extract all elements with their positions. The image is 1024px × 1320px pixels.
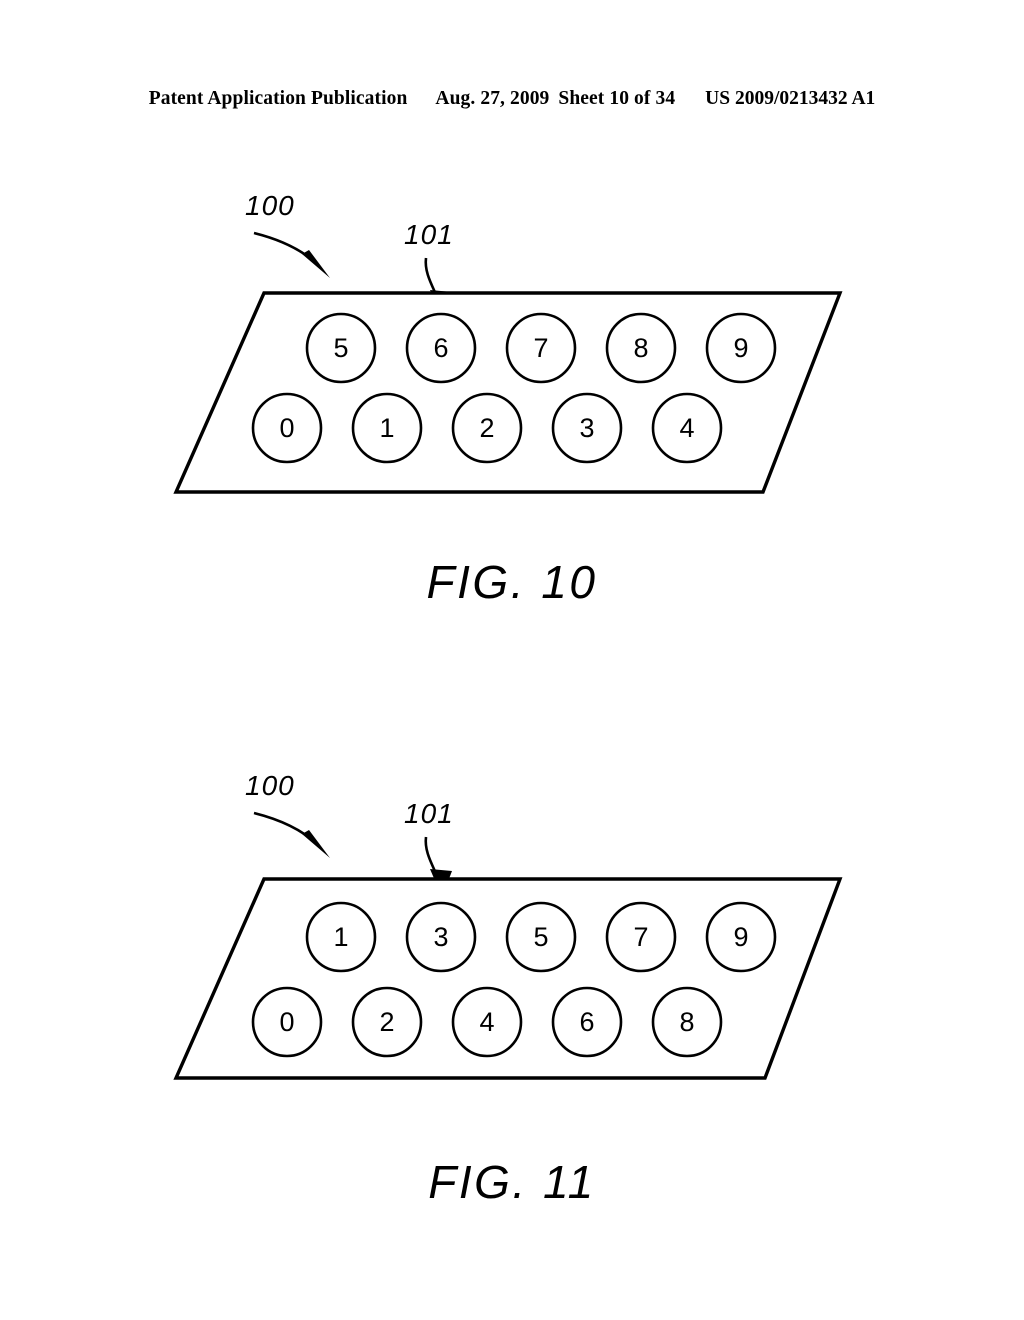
callout-101-label: 101 bbox=[404, 219, 454, 250]
nozzle-label: 4 bbox=[479, 1007, 494, 1037]
nozzle-label: 9 bbox=[733, 333, 748, 363]
callout-100-label: 100 bbox=[245, 770, 295, 801]
header-date-label: Aug. 27, 2009 bbox=[435, 88, 550, 109]
nozzle-label: 8 bbox=[633, 333, 648, 363]
nozzle-label: 2 bbox=[479, 413, 494, 443]
nozzle-label: 9 bbox=[733, 922, 748, 952]
figure-11-drawing: 100 101 1 3 5 7 9 0 2 4 6 8 bbox=[173, 770, 843, 1080]
header-sheet-label: Sheet 10 of 34 bbox=[558, 88, 676, 109]
nozzle-label: 4 bbox=[679, 413, 694, 443]
nozzle-label: 2 bbox=[379, 1007, 394, 1037]
callout-100-leader-line bbox=[253, 811, 318, 845]
callout-100-arrowhead bbox=[302, 830, 330, 858]
callout-100-label: 100 bbox=[245, 190, 295, 221]
page-header: Patent Application Publication Aug. 27, … bbox=[0, 88, 1024, 110]
header-publication-label: Patent Application Publication bbox=[148, 88, 408, 109]
nozzle-label: 6 bbox=[433, 333, 448, 363]
nozzle-label: 1 bbox=[333, 922, 348, 952]
callout-101-label: 101 bbox=[404, 798, 454, 829]
nozzle-label: 5 bbox=[533, 922, 548, 952]
nozzle-label: 1 bbox=[379, 413, 394, 443]
callout-100-arrowhead bbox=[302, 250, 330, 278]
figure-10-caption: FIG. 10 bbox=[426, 556, 598, 608]
figure-11: 100 101 1 3 5 7 9 0 2 4 6 8 FIG. 11 bbox=[0, 755, 1024, 1235]
figure-11-caption: FIG. 11 bbox=[428, 1156, 596, 1208]
callout-100-leader-line bbox=[253, 231, 318, 265]
nozzle-label: 0 bbox=[279, 1007, 294, 1037]
nozzle-label: 3 bbox=[579, 413, 594, 443]
nozzle-label: 7 bbox=[633, 922, 648, 952]
nozzle-label: 7 bbox=[533, 333, 548, 363]
nozzle-label: 0 bbox=[279, 413, 294, 443]
figure-10-drawing: 100 101 5 6 7 8 9 0 1 2 3 4 bbox=[173, 190, 843, 494]
nozzle-label: 5 bbox=[333, 333, 348, 363]
header-patent-number: US 2009/0213432 A1 bbox=[705, 88, 876, 109]
nozzle-label: 6 bbox=[579, 1007, 594, 1037]
figure-10: 100 101 5 6 7 8 9 0 1 2 3 4 FIG. 10 bbox=[0, 170, 1024, 630]
nozzle-label: 8 bbox=[679, 1007, 694, 1037]
nozzle-label: 3 bbox=[433, 922, 448, 952]
